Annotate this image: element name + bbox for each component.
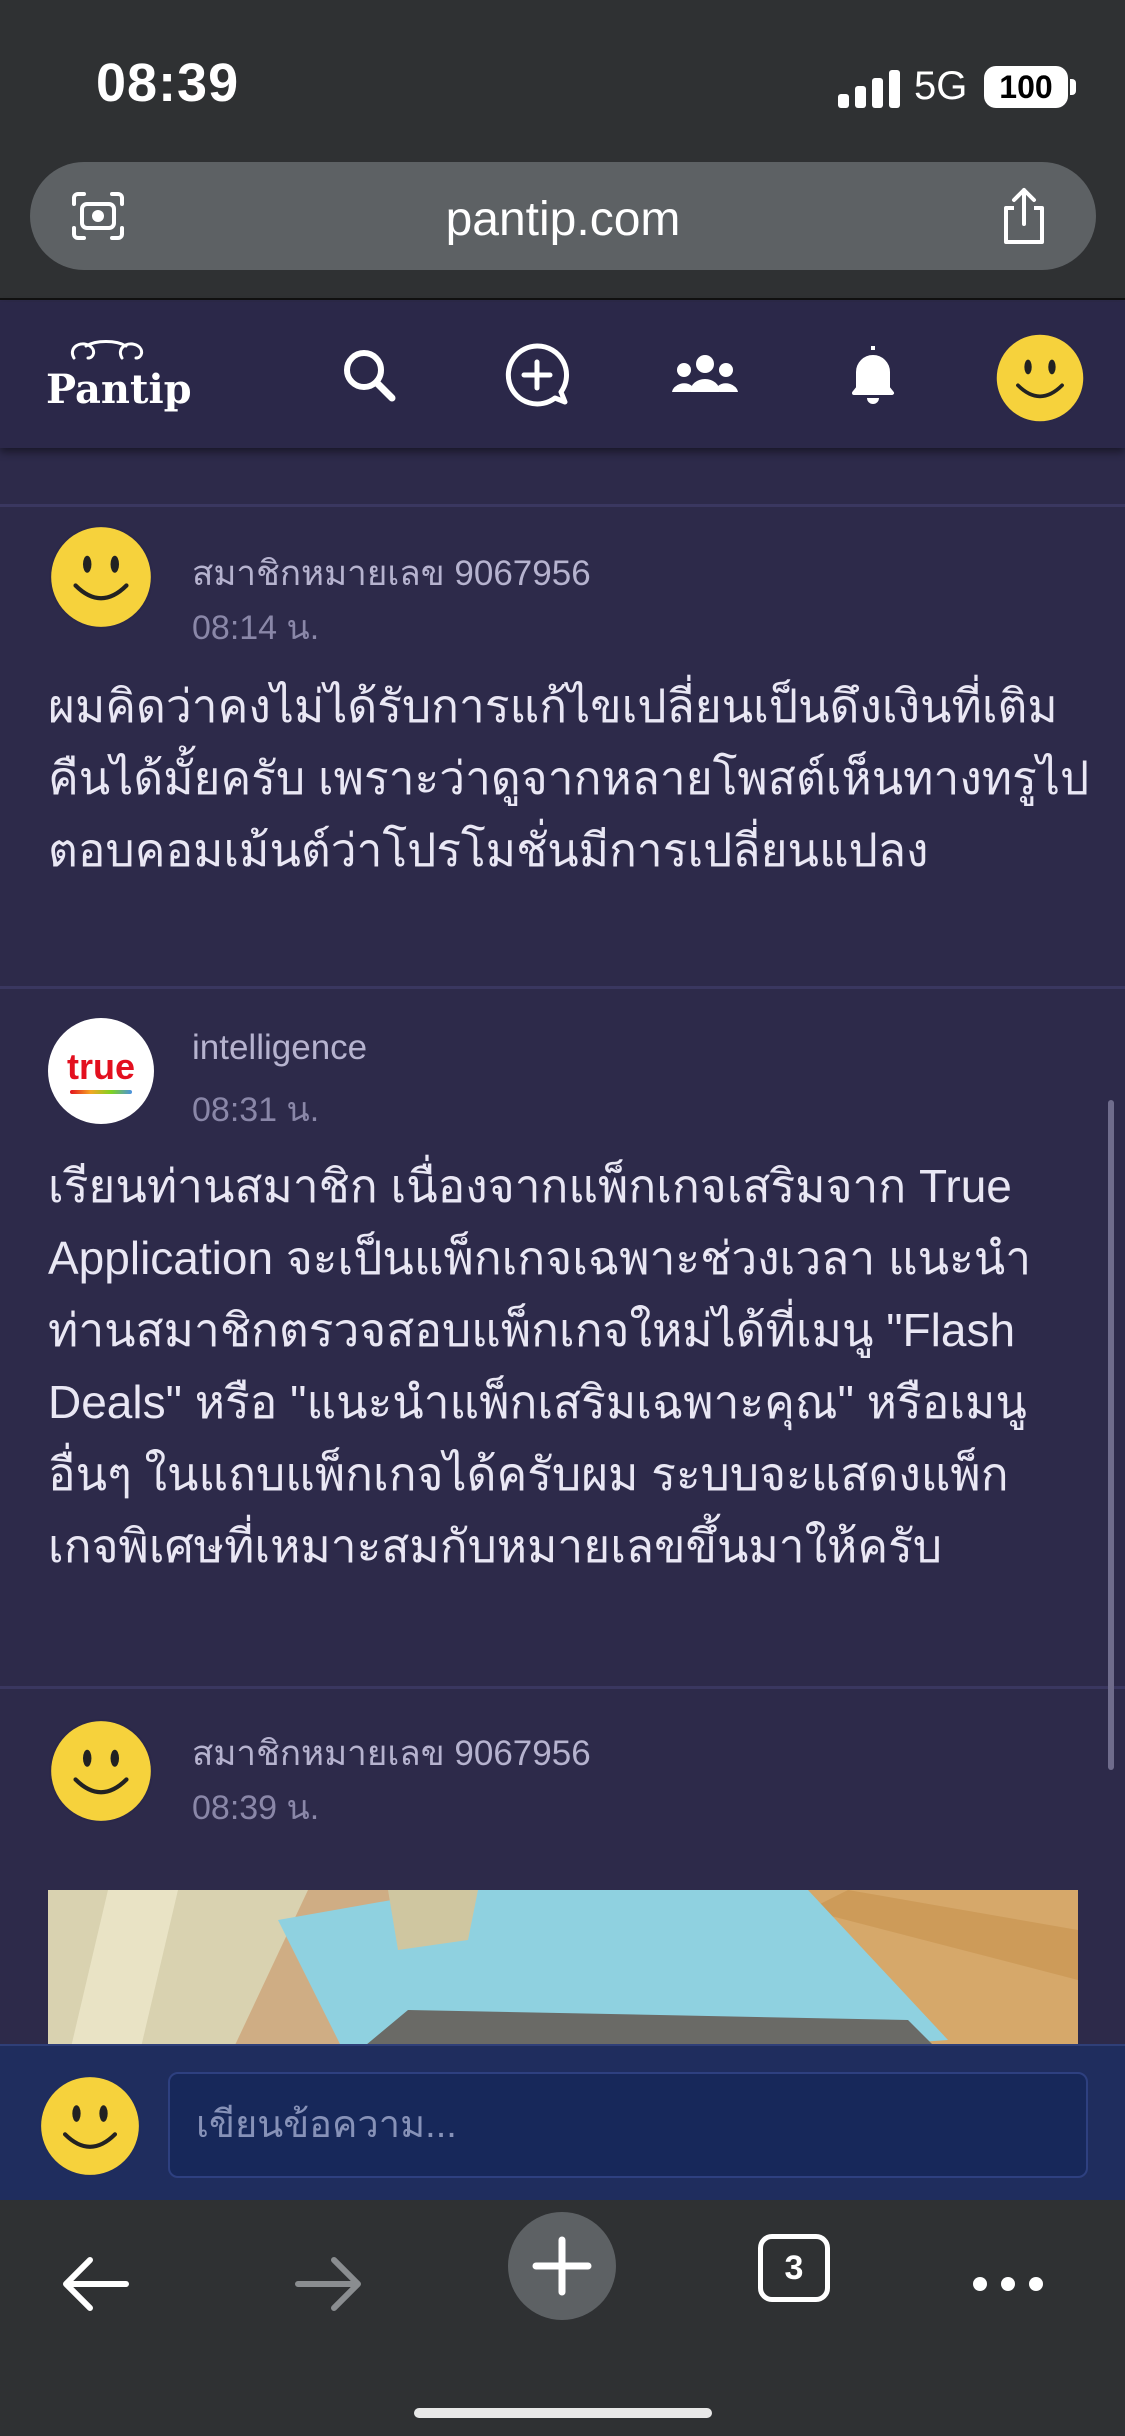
comment-line: ผมคิดว่าคงไม่ได้รับการแก้ไขเปลี่ยนเป็นดึ… — [48, 680, 1058, 732]
site-header: Pantip — [0, 302, 1125, 448]
logo-text: Pantip — [46, 366, 192, 413]
comment-author[interactable]: สมาชิกหมายเลข 9067956 — [192, 546, 591, 601]
comment-time: 08:14 น. — [192, 609, 320, 647]
user-avatar[interactable] — [994, 332, 1086, 424]
member-avatar[interactable] — [48, 524, 154, 630]
share-icon[interactable] — [996, 186, 1052, 246]
battery-tip — [1070, 79, 1076, 95]
comment-input[interactable]: เขียนข้อความ... — [168, 2072, 1088, 2178]
comment-line: Deals" หรือ "แนะนำแพ็กเสริมเฉพาะคุณ" หรื… — [48, 1376, 1027, 1428]
true-avatar[interactable]: true — [48, 1018, 154, 1124]
comment-author[interactable]: สมาชิกหมายเลข 9067956 — [192, 1726, 591, 1781]
comment-line: อื่นๆ ในแถบแพ็กเกจได้ครับผม ระบบจะแสดงแพ… — [48, 1448, 1009, 1500]
browser-address-bar: pantip.com — [0, 150, 1125, 300]
divider — [0, 504, 1125, 507]
tabs-button[interactable]: 3 — [758, 2234, 830, 2302]
true-logo-line — [70, 1090, 132, 1094]
status-bar: 08:39 5G 100 — [0, 0, 1125, 150]
logo-mark-icon — [71, 340, 144, 360]
new-tab-button[interactable] — [508, 2212, 616, 2320]
battery-icon: 100 — [984, 66, 1068, 108]
composer-avatar — [39, 2075, 141, 2177]
comment-photo[interactable] — [48, 1890, 1078, 2044]
comment-line: เรียนท่านสมาชิก เนื่องจากแพ็กเกจเสริมจาก… — [48, 1160, 1012, 1212]
comment-line: ท่านสมาชิกตรวจสอบแพ็กเกจใหม่ได้ที่เมนู "… — [48, 1304, 1016, 1356]
member-avatar[interactable] — [48, 1718, 154, 1824]
network-type: 5G — [914, 64, 968, 108]
comment-body: ผมคิดว่าคงไม่ได้รับการแก้ไขเปลี่ยนเป็นดึ… — [48, 670, 1090, 886]
search-icon[interactable] — [334, 340, 404, 410]
add-comment-icon[interactable] — [502, 340, 572, 410]
comment-line: Application จะเป็นแพ็กเกจเฉพาะช่วงเวลา แ… — [48, 1232, 1032, 1284]
scrollbar[interactable] — [1108, 1100, 1114, 1770]
comment-time: 08:31 น. — [192, 1091, 320, 1129]
plus-icon — [532, 2236, 592, 2296]
pantip-logo[interactable]: Pantip — [46, 340, 192, 414]
signal-icon — [838, 70, 900, 108]
arrow-left-icon[interactable] — [56, 2232, 136, 2332]
bell-icon[interactable] — [838, 340, 908, 410]
community-icon[interactable] — [670, 340, 740, 410]
comment-line: เกจพิเศษที่เหมาะสมกับหมายเลขขึ้นมาให้ครั… — [48, 1520, 943, 1572]
home-indicator — [414, 2408, 712, 2418]
status-time: 08:39 — [96, 53, 240, 113]
browser-toolbar: 3 — [0, 2200, 1125, 2436]
url-field[interactable]: pantip.com — [30, 162, 1096, 270]
comment-composer: เขียนข้อความ... — [0, 2044, 1125, 2200]
comment-line: ตอบคอมเม้นต์ว่าโปรโมชั่นมีการเปลี่ยนแปลง — [48, 824, 929, 876]
more-icon[interactable] — [968, 2232, 1048, 2332]
comment-line: คืนได้มั้ยครับ เพราะว่าดูจากหลายโพสต์เห็… — [48, 752, 1090, 804]
true-logo-text: true — [66, 1046, 135, 1087]
comment-item: สมาชิกหมายเลข 9067956 08:14 น. ผมคิดว่าค… — [0, 508, 1125, 928]
arrow-right-icon[interactable] — [288, 2232, 368, 2332]
url-text: pantip.com — [445, 193, 681, 246]
comments-feed[interactable]: สมาชิกหมายเลข 9067956 08:14 น. ผมคิดว่าค… — [0, 448, 1125, 2044]
comment-time: 08:39 น. — [192, 1789, 320, 1827]
comment-author[interactable]: intelligence — [192, 1028, 367, 1068]
comment-item: true intelligence 08:31 น. เรียนท่านสมาช… — [0, 988, 1125, 1628]
comment-body: เรียนท่านสมาชิก เนื่องจากแพ็กเกจเสริมจาก… — [48, 1150, 1088, 1582]
